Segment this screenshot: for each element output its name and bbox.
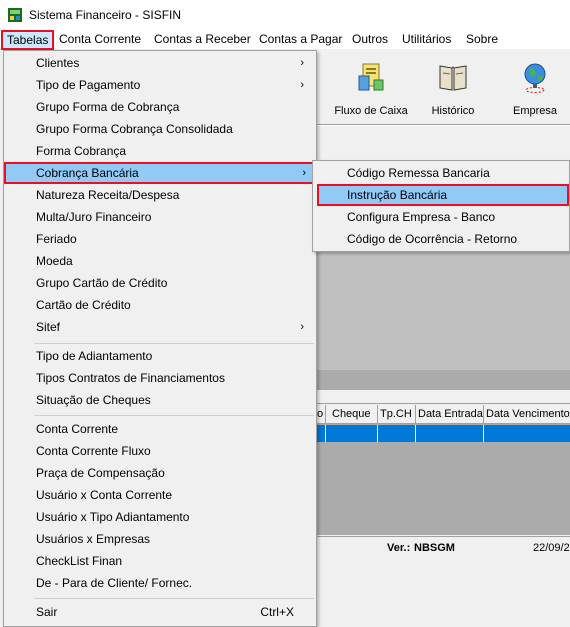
status-date: 22/09/2: [533, 542, 570, 554]
grid-cell: [317, 425, 326, 442]
menu-separator: [34, 415, 314, 416]
workspace-lower-area: [317, 370, 570, 390]
menu-item-checklist-finan[interactable]: CheckList Finan: [6, 550, 314, 572]
menu-item-tipo-de-adiantamento[interactable]: Tipo de Adiantamento: [6, 345, 314, 367]
tabelas-dropdown-menu: Clientes › Tipo de Pagamento › Grupo For…: [3, 50, 317, 627]
menu-item-label: Sitef: [36, 320, 61, 334]
menu-item-label: Sair: [36, 605, 58, 619]
menu-item-natureza-receita-despesa[interactable]: Natureza Receita/Despesa: [6, 184, 314, 206]
table-row[interactable]: [317, 425, 570, 442]
grid-cell: [378, 425, 416, 442]
grid-col-partial[interactable]: o: [317, 405, 326, 424]
menu-tabelas[interactable]: Tabelas: [1, 30, 55, 50]
workspace-area: [317, 252, 570, 370]
menu-item-tipos-contratos-de-financiamentos[interactable]: Tipos Contratos de Financiamentos: [6, 367, 314, 389]
menu-item-moeda[interactable]: Moeda: [6, 250, 314, 272]
menu-item-de-para-cliente-fornec[interactable]: De - Para de Cliente/ Fornec.: [6, 572, 314, 594]
menu-item-situacao-de-cheques[interactable]: Situação de Cheques: [6, 389, 314, 411]
menu-separator: [34, 343, 314, 344]
empresa-label: Empresa: [512, 105, 558, 117]
menu-outros[interactable]: Outros: [346, 30, 394, 50]
fluxo-de-caixa-label: Fluxo de Caixa: [334, 105, 408, 117]
menu-item-multa-juro-financeiro[interactable]: Multa/Juro Financeiro: [6, 206, 314, 228]
menu-item-grupo-cartao-de-credito[interactable]: Grupo Cartão de Crédito: [6, 272, 314, 294]
fluxo-de-caixa-button[interactable]: Fluxo de Caixa: [331, 60, 411, 120]
empresa-button[interactable]: Empresa: [507, 60, 563, 120]
menu-item-label: Cobrança Bancária: [36, 166, 139, 180]
window-title: Sistema Financeiro - SISFIN: [29, 8, 182, 22]
panel-header-strip: [317, 392, 570, 404]
grid-cell: [484, 425, 570, 442]
chevron-right-icon: ›: [300, 79, 304, 91]
menu-utilitarios[interactable]: Utilitários: [396, 30, 457, 50]
book-icon: [436, 60, 470, 94]
data-grid: o Cheque Tp.CH Data Entrada Data Vencime…: [317, 405, 570, 535]
chevron-right-icon: ›: [302, 167, 306, 179]
submenu-item-configura-empresa-banco[interactable]: Configura Empresa - Banco: [315, 206, 569, 228]
status-bar: Ver.: NBSGM 22/09/2: [317, 536, 570, 560]
menu-item-grupo-forma-de-cobranca[interactable]: Grupo Forma de Cobrança: [6, 96, 314, 118]
menu-conta-corrente[interactable]: Conta Corrente: [53, 30, 147, 50]
toolbar: Fluxo de Caixa Histórico Empresa: [317, 52, 570, 122]
cobranca-bancaria-submenu: Código Remessa Bancaria Instrução Bancár…: [312, 160, 570, 252]
title-bar: Sistema Financeiro - SISFIN: [0, 0, 570, 30]
submenu-item-codigo-remessa-bancaria[interactable]: Código Remessa Bancaria: [315, 162, 569, 184]
version-label: Ver.:: [387, 542, 411, 554]
menu-item-conta-corrente[interactable]: Conta Corrente: [6, 418, 314, 440]
menu-item-sitef[interactable]: Sitef ›: [6, 316, 314, 338]
version-value: NBSGM: [414, 542, 455, 554]
grid-col-tpch[interactable]: Tp.CH: [378, 405, 416, 424]
menu-item-label: Clientes: [36, 56, 80, 70]
menu-separator: [34, 598, 314, 599]
grid-col-cheque[interactable]: Cheque: [326, 405, 378, 424]
menu-item-tipo-de-pagamento[interactable]: Tipo de Pagamento ›: [6, 74, 314, 96]
grid-cell: [416, 425, 484, 442]
menu-item-forma-cobranca[interactable]: Forma Cobrança: [6, 140, 314, 162]
menu-item-grupo-forma-cobranca-consolidada[interactable]: Grupo Forma Cobrança Consolidada: [6, 118, 314, 140]
menu-contas-a-pagar[interactable]: Contas a Pagar: [253, 30, 348, 50]
historico-button[interactable]: Histórico: [427, 60, 479, 120]
menu-item-clientes[interactable]: Clientes ›: [6, 52, 314, 74]
menu-item-sair[interactable]: Sair Ctrl+X: [6, 601, 314, 623]
menu-item-shortcut: Ctrl+X: [260, 605, 294, 619]
grid-cell: [326, 425, 378, 442]
menu-item-usuario-x-conta-corrente[interactable]: Usuário x Conta Corrente: [6, 484, 314, 506]
grid-col-data-vencimento[interactable]: Data Vencimento: [484, 405, 570, 424]
menu-contas-a-receber[interactable]: Contas a Receber: [148, 30, 257, 50]
menu-item-usuario-x-tipo-adiantamento[interactable]: Usuário x Tipo Adiantamento: [6, 506, 314, 528]
submenu-item-instrucao-bancaria[interactable]: Instrução Bancária: [317, 184, 569, 206]
sisfin-app-icon: [7, 7, 23, 23]
menu-item-praca-de-compensacao[interactable]: Praça de Compensação: [6, 462, 314, 484]
chevron-right-icon: ›: [300, 57, 304, 69]
submenu-item-codigo-de-ocorrencia-retorno[interactable]: Código de Ocorrência - Retorno: [315, 228, 569, 250]
historico-label: Histórico: [431, 105, 475, 117]
grid-header: o Cheque Tp.CH Data Entrada Data Vencime…: [317, 405, 570, 424]
globe-icon: [518, 60, 552, 94]
chevron-right-icon: ›: [300, 321, 304, 333]
menu-item-usuarios-x-empresas[interactable]: Usuários x Empresas: [6, 528, 314, 550]
menu-item-conta-corrente-fluxo[interactable]: Conta Corrente Fluxo: [6, 440, 314, 462]
grid-col-data-entrada[interactable]: Data Entrada: [416, 405, 484, 424]
menu-item-feriado[interactable]: Feriado: [6, 228, 314, 250]
menu-sobre[interactable]: Sobre: [460, 30, 504, 50]
cash-flow-icon: [354, 60, 388, 94]
menu-bar: Tabelas Conta Corrente Contas a Receber …: [0, 30, 570, 50]
menu-item-cobranca-bancaria[interactable]: Cobrança Bancária ›: [4, 162, 316, 184]
menu-item-cartao-de-credito[interactable]: Cartão de Crédito: [6, 294, 314, 316]
toolbar-separator: [317, 124, 570, 126]
menu-item-label: Tipo de Pagamento: [36, 78, 141, 92]
